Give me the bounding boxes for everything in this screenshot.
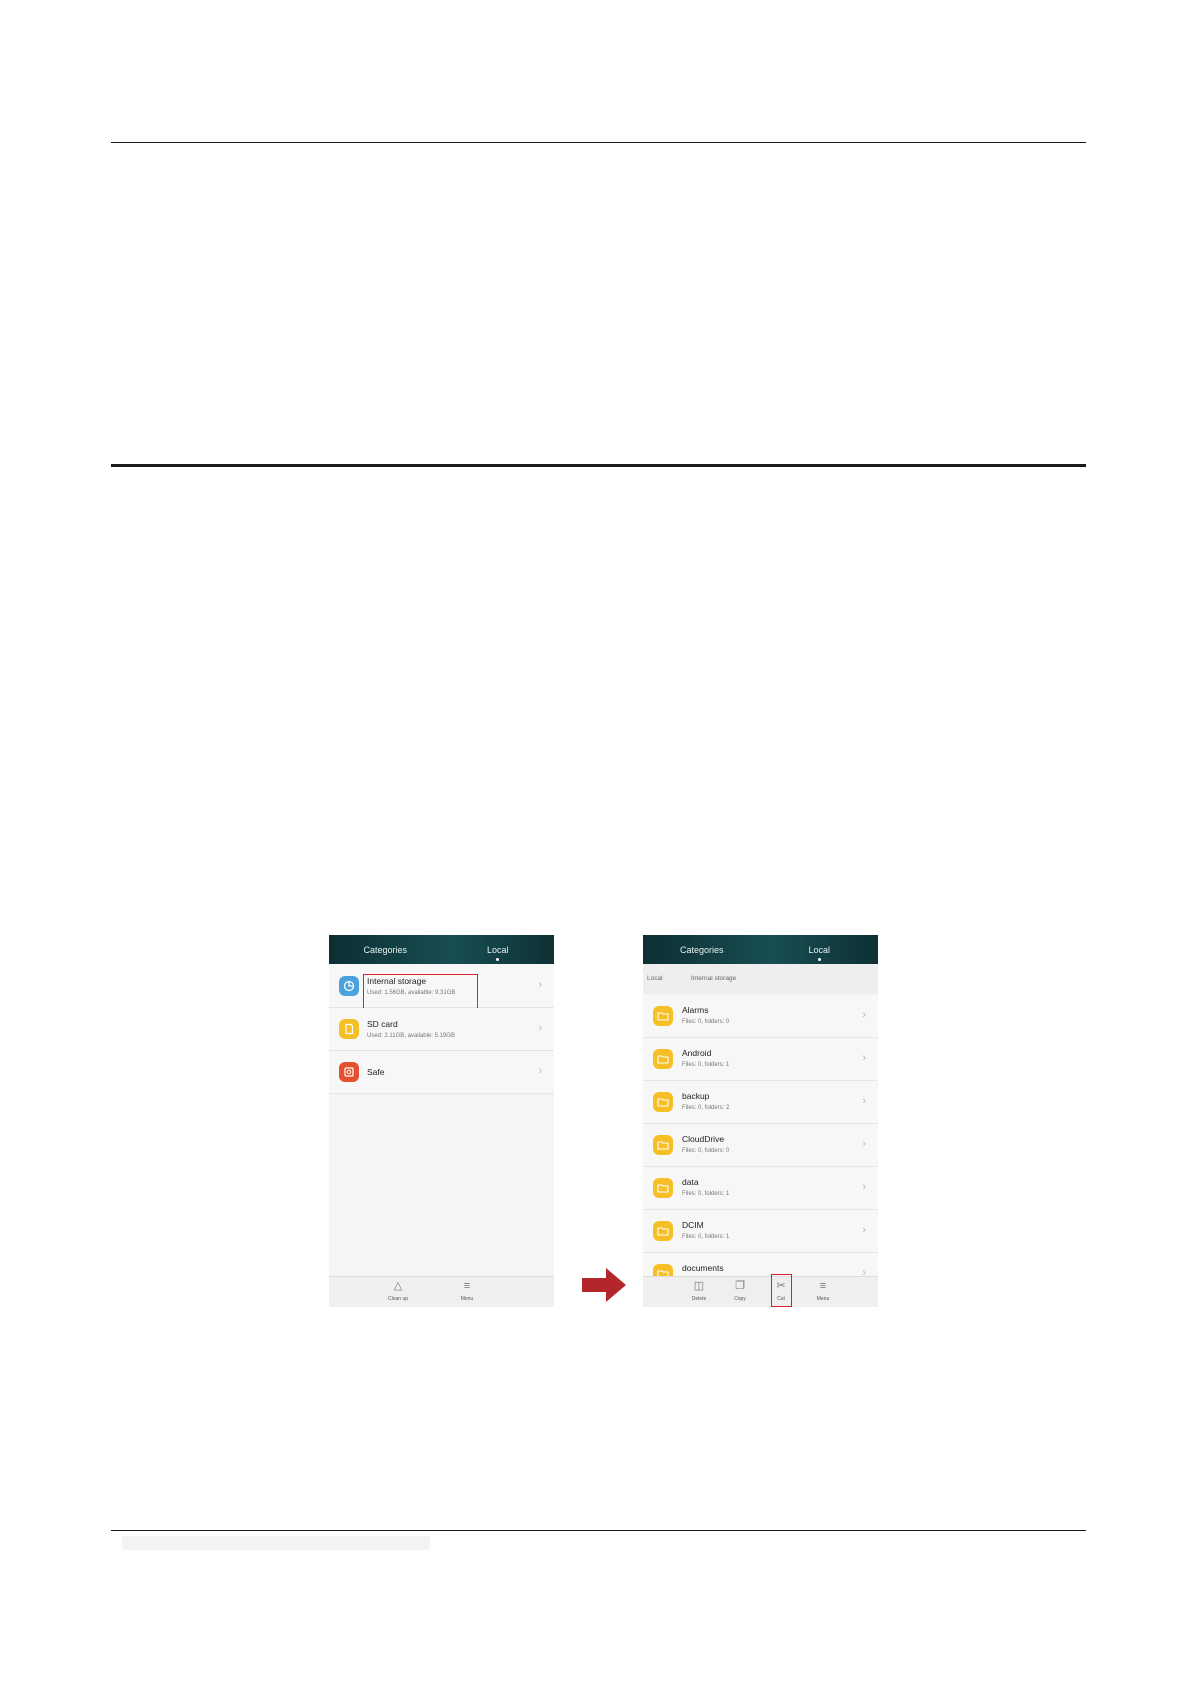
- safe-icon: [339, 1062, 359, 1082]
- folder-info: Files: 0, folders: 0: [682, 1019, 730, 1025]
- breadcrumb-internal-storage[interactable]: Internal storage: [691, 975, 736, 982]
- folder-info: Files: 0, folders: 0: [682, 1148, 730, 1154]
- folder-info: Files: 0, folders: 1: [682, 1234, 730, 1240]
- folder-name: CloudDrive: [682, 1134, 725, 1144]
- tab-categories[interactable]: Categories: [329, 945, 442, 955]
- sd-card-icon: [339, 1019, 359, 1039]
- tab-local[interactable]: Local: [761, 945, 879, 961]
- menu-icon: ≡: [463, 1280, 471, 1292]
- folder-icon: [653, 1049, 673, 1069]
- active-tab-indicator: [496, 957, 500, 961]
- folder-info: Files: 0, folders: 1: [682, 1062, 730, 1068]
- chevron-right-icon: ›: [862, 1009, 866, 1021]
- folder-row[interactable]: DCIM Files: 0, folders: 1 ›: [643, 1210, 878, 1253]
- footer-text-area: [122, 1536, 430, 1550]
- chevron-right-icon: ›: [538, 1022, 542, 1034]
- clean-up-button[interactable]: △ Clean up: [381, 1279, 415, 1302]
- list-item-safe[interactable]: Safe ›: [329, 1051, 554, 1094]
- chevron-right-icon: ›: [862, 1224, 866, 1236]
- tab-local[interactable]: Local: [442, 945, 555, 961]
- chevron-right-icon: ›: [862, 1095, 866, 1107]
- top-tab-bar: Categories Local: [643, 935, 878, 964]
- folder-name: Android: [682, 1048, 712, 1058]
- folder-name: data: [682, 1177, 699, 1187]
- folder-row[interactable]: Android Files: 0, folders: 1 ›: [643, 1038, 878, 1081]
- folder-row[interactable]: CloudDrive Files: 0, folders: 0 ›: [643, 1124, 878, 1167]
- menu-icon: ≡: [819, 1280, 827, 1292]
- arrow-right-icon: [582, 1268, 626, 1302]
- folder-icon: [653, 1092, 673, 1112]
- folder-name: documents: [682, 1263, 724, 1273]
- list-item-sd-card[interactable]: SD card Used: 2.11GB, available: 5.19GB …: [329, 1008, 554, 1051]
- section-rule: [111, 464, 1086, 467]
- folder-name: backup: [682, 1091, 710, 1101]
- chevron-right-icon: ›: [862, 1181, 866, 1193]
- folder-row[interactable]: data Files: 0, folders: 1 ›: [643, 1167, 878, 1210]
- breadcrumb-local[interactable]: Local: [647, 975, 663, 982]
- bottom-action-bar: ◫ Delete ❐ Copy ✂ Cut ≡ Menu: [643, 1276, 878, 1307]
- file-manager-local-screen: Categories Local Internal storage Used: …: [329, 935, 554, 1307]
- bottom-action-bar: △ Clean up ≡ Menu: [329, 1276, 554, 1307]
- footer-rule: [111, 1530, 1086, 1531]
- item-title: SD card: [367, 1019, 398, 1029]
- folder-icon: [653, 1006, 673, 1026]
- folder-icon: [653, 1221, 673, 1241]
- broom-icon: △: [393, 1280, 403, 1292]
- folder-name: Alarms: [682, 1005, 709, 1015]
- folder-row[interactable]: Alarms Files: 0, folders: 0 ›: [643, 995, 878, 1038]
- copy-icon: ❐: [735, 1280, 745, 1292]
- header-rule: [111, 142, 1086, 143]
- folder-icon: [653, 1135, 673, 1155]
- trash-icon: ◫: [693, 1280, 705, 1292]
- menu-button[interactable]: ≡ Menu: [450, 1279, 484, 1302]
- copy-button[interactable]: ❐ Copy: [723, 1279, 757, 1302]
- breadcrumb: Local Internal storage: [643, 964, 878, 994]
- item-subtitle: Used: 2.11GB, available: 5.19GB: [367, 1033, 455, 1039]
- chevron-right-icon: ›: [538, 979, 542, 991]
- chevron-right-icon: ›: [538, 1065, 542, 1077]
- folder-name: DCIM: [682, 1220, 704, 1230]
- delete-button[interactable]: ◫ Delete: [682, 1279, 716, 1302]
- internal-storage-highlight: [363, 974, 478, 1009]
- chevron-right-icon: ›: [862, 1138, 866, 1150]
- chevron-right-icon: ›: [862, 1052, 866, 1064]
- item-title: Safe: [367, 1067, 385, 1077]
- tab-categories[interactable]: Categories: [643, 945, 761, 955]
- folder-row[interactable]: backup Files: 0, folders: 2 ›: [643, 1081, 878, 1124]
- top-tab-bar: Categories Local: [329, 935, 554, 964]
- cut-button-highlight: [771, 1274, 792, 1307]
- pie-chart-icon: [339, 976, 359, 996]
- folder-icon: [653, 1178, 673, 1198]
- folder-info: Files: 0, folders: 2: [682, 1105, 730, 1111]
- active-tab-indicator: [817, 957, 821, 961]
- file-manager-internal-storage-screen: Categories Local Local Internal storage …: [643, 935, 878, 1307]
- folder-info: Files: 0, folders: 1: [682, 1191, 730, 1197]
- menu-button[interactable]: ≡ Menu: [806, 1279, 840, 1302]
